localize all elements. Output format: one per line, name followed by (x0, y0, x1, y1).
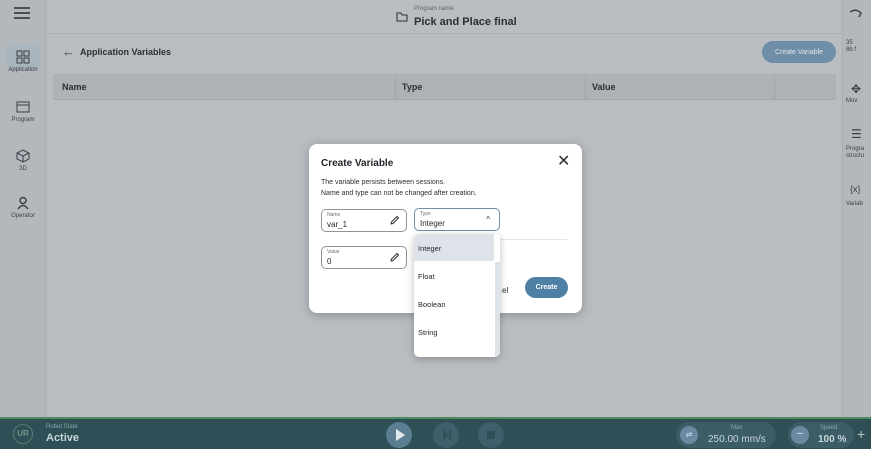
dialog-description-1: The variable persists between sessions. (321, 179, 446, 186)
robot-state-label: Robot State (46, 424, 78, 430)
column-type[interactable]: Type (402, 82, 422, 92)
chevron-up-icon[interactable]: ^ (486, 215, 490, 224)
speed-label: Speed (820, 425, 838, 431)
left-sidebar: Application Program 3D Operator (0, 0, 46, 417)
column-divider (774, 74, 775, 100)
back-arrow-icon[interactable]: ← (62, 44, 75, 59)
column-divider (585, 74, 586, 100)
dropdown-option-vector[interactable]: Vector (414, 346, 494, 357)
step-icon (443, 430, 451, 440)
pencil-icon[interactable] (389, 215, 400, 226)
program-icon (16, 101, 30, 113)
right-rail-text-1: 35 (846, 40, 853, 46)
column-name[interactable]: Name (62, 82, 87, 92)
type-field-label: Type (420, 211, 431, 217)
max-value: 250.00 mm/s (708, 434, 766, 445)
minus-icon[interactable]: − (791, 426, 809, 444)
variables-icon[interactable]: {x} (850, 184, 861, 194)
nav-operator[interactable]: Operator (0, 196, 46, 219)
right-rail-move-label: Mov (846, 98, 858, 104)
stop-button[interactable] (478, 422, 504, 448)
program-name[interactable]: Pick and Place final (414, 16, 517, 28)
value-field[interactable]: Value 0 (321, 246, 407, 269)
cancel-button[interactable]: el (502, 286, 508, 295)
pencil-icon[interactable] (389, 252, 400, 263)
column-divider (395, 74, 396, 100)
step-button[interactable] (433, 422, 459, 448)
right-rail-structure-label: structu (846, 153, 865, 159)
right-rail-variables-label: Variab (846, 201, 863, 207)
nav-operator-label: Operator (11, 213, 35, 219)
robot-arm-icon[interactable] (849, 8, 863, 20)
nav-3d-label: 3D (19, 166, 27, 172)
dialog-description-2: Name and type can not be changed after c… (321, 190, 477, 197)
create-variable-button[interactable]: Create Variable (762, 41, 836, 63)
person-icon (17, 196, 29, 210)
value-field-value[interactable]: 0 (327, 257, 331, 266)
type-select[interactable]: Type Integer ^ (414, 208, 500, 231)
ur-logo: UR (13, 424, 33, 444)
move-icon[interactable]: ✥ (851, 82, 861, 96)
column-value[interactable]: Value (592, 82, 616, 92)
plus-icon[interactable]: + (857, 426, 865, 442)
type-dropdown: Integer Float Boolean String Vector (414, 234, 500, 357)
create-button[interactable]: Create (525, 277, 568, 298)
value-field-label: Value (327, 249, 340, 255)
dropdown-option-boolean[interactable]: Boolean (414, 290, 494, 317)
nav-program[interactable]: Program (0, 100, 46, 123)
name-field-label: Name (327, 212, 341, 218)
play-icon (396, 429, 405, 441)
play-button[interactable] (386, 422, 412, 448)
nav-3d[interactable]: 3D (0, 149, 46, 172)
dropdown-option-string[interactable]: String (414, 318, 494, 345)
stop-icon (487, 431, 495, 439)
sliders-icon[interactable]: ⇌ (680, 426, 698, 444)
name-field-value[interactable]: var_1 (327, 220, 347, 229)
cube-icon (16, 149, 30, 163)
grid-icon (16, 50, 30, 64)
nav-application-label: Application (8, 67, 38, 73)
page-title: Application Variables (80, 47, 172, 57)
nav-application[interactable]: Application (0, 50, 46, 73)
folder-icon (396, 12, 408, 22)
table-header: Name Type Value (53, 74, 836, 100)
nav-program-label: Program (11, 117, 35, 123)
dropdown-scrollbar[interactable] (495, 262, 500, 357)
dialog-title: Create Variable (321, 158, 394, 169)
type-field-value: Integer (420, 219, 445, 228)
list-icon[interactable]: ☰ (851, 127, 862, 141)
right-rail-text-2: 8b f (846, 47, 857, 53)
robot-state-value[interactable]: Active (46, 432, 79, 444)
program-caption: Program name (414, 6, 454, 12)
max-label: Max (731, 425, 743, 431)
right-sidebar: 35 8b f ✥ Mov ☰ Progra structu {x} Varia… (842, 0, 871, 417)
dropdown-option-float[interactable]: Float (414, 262, 494, 289)
name-field[interactable]: Name var_1 (321, 209, 407, 232)
close-icon[interactable]: ✕ (557, 154, 570, 170)
speed-value: 100 % (818, 434, 847, 445)
menu-icon[interactable] (14, 7, 30, 19)
dropdown-option-integer[interactable]: Integer (414, 234, 494, 261)
right-rail-program-label: Progra (846, 146, 865, 152)
